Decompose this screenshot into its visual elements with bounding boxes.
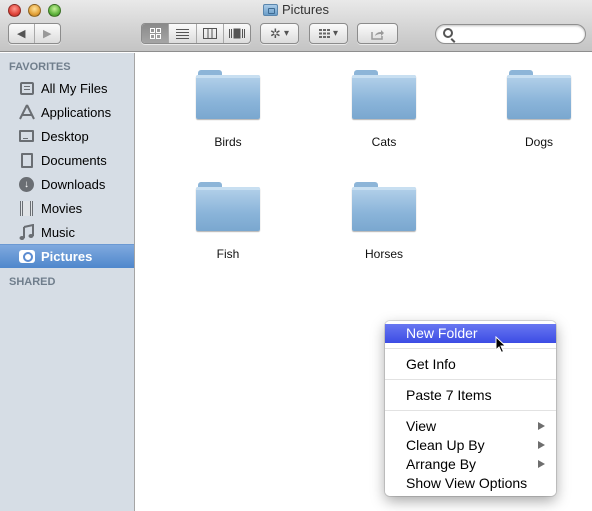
chevron-down-icon: ▾ [283, 28, 289, 39]
menu-separator [385, 379, 556, 380]
submenu-arrow-icon [538, 460, 545, 468]
menu-item-show-view-options[interactable]: Show View Options [385, 474, 556, 493]
sidebar-item-movies[interactable]: Movies [0, 196, 134, 220]
folder-icon [196, 69, 260, 121]
sidebar-item-desktop[interactable]: Desktop [0, 124, 134, 148]
menu-item-label: Paste 7 Items [406, 387, 492, 403]
mouse-cursor-icon [495, 336, 507, 354]
search-icon [443, 28, 453, 38]
sidebar-item-all-my-files[interactable]: All My Files [0, 76, 134, 100]
context-menu: New Folder Get Info Paste 7 Items View C… [385, 321, 556, 496]
search-field[interactable] [435, 24, 586, 44]
icon-view-button[interactable] [142, 24, 170, 43]
menu-item-get-info[interactable]: Get Info [385, 355, 556, 374]
folder-icon [507, 69, 571, 121]
share-icon [370, 29, 384, 40]
sidebar-item-label: All My Files [41, 80, 108, 96]
folder-label: Cats [371, 135, 397, 149]
shared-header: SHARED [9, 276, 56, 288]
action-menu-button[interactable]: ✲ ▾ [260, 23, 299, 44]
sidebar-item-label: Downloads [41, 176, 106, 192]
cover-flow-icon [228, 28, 245, 39]
chevron-down-icon: ▾ [332, 28, 339, 39]
folder-icon [352, 181, 416, 233]
folder-label: Birds [214, 135, 242, 149]
menu-separator [385, 410, 556, 411]
menu-item-view[interactable]: View [385, 417, 556, 436]
submenu-arrow-icon [538, 422, 545, 430]
column-view-icon [202, 28, 217, 39]
menu-item-clean-up-by[interactable]: Clean Up By [385, 436, 556, 455]
music-icon [18, 224, 35, 240]
folder-icon [352, 69, 416, 121]
menu-item-arrange-by[interactable]: Arrange By [385, 455, 556, 474]
sidebar-item-label: Movies [41, 200, 83, 216]
sidebar-item-applications[interactable]: Applications [0, 100, 134, 124]
back-button[interactable]: ◀ [9, 24, 35, 43]
menu-item-paste-items[interactable]: Paste 7 Items [385, 386, 556, 405]
forward-button[interactable]: ▶ [35, 24, 60, 43]
menu-item-label: Arrange By [406, 456, 477, 472]
submenu-arrow-icon [538, 441, 545, 449]
arrange-menu-button[interactable]: ▾ [309, 23, 348, 44]
downloads-icon: ↓ [18, 176, 35, 192]
sidebar-item-music[interactable]: Music [0, 220, 134, 244]
menu-item-label: New Folder [406, 325, 478, 341]
applications-icon [18, 104, 35, 120]
desktop-icon [18, 128, 35, 144]
favorites-header: FAVORITES [9, 61, 71, 73]
sidebar-item-pictures[interactable]: Pictures [0, 244, 134, 268]
back-arrow-icon: ◀ [17, 28, 26, 40]
share-button[interactable] [357, 23, 398, 44]
folder-item-birds[interactable]: Birds [183, 69, 273, 149]
movies-icon [18, 200, 35, 216]
folder-label: Horses [364, 247, 403, 261]
share-button-content [358, 24, 397, 43]
cover-flow-view-button[interactable] [224, 24, 250, 43]
sidebar-item-label: Documents [41, 152, 107, 168]
back-forward-buttons: ◀ ▶ [8, 23, 61, 44]
menu-item-label: Get Info [406, 356, 456, 372]
column-view-button[interactable] [197, 24, 224, 43]
window-toolbar: Pictures ◀ ▶ ✲ ▾ ▾ [0, 0, 592, 52]
action-button-content: ✲ ▾ [261, 24, 298, 43]
menu-item-label: View [406, 418, 437, 434]
list-view-button[interactable] [169, 24, 197, 43]
sidebar-item-label: Music [41, 224, 75, 240]
arrange-button-content: ▾ [310, 24, 347, 43]
sidebar: FAVORITES All My Files Applications Desk… [0, 53, 135, 511]
icon-view-icon [149, 28, 161, 39]
pictures-folder-icon [263, 3, 279, 16]
forward-arrow-icon: ▶ [43, 28, 52, 40]
documents-icon [18, 152, 35, 168]
folder-label: Fish [216, 247, 240, 261]
folder-item-fish[interactable]: Fish [183, 181, 273, 261]
sidebar-item-downloads[interactable]: ↓ Downloads [0, 172, 134, 196]
folder-label: Dogs [524, 135, 553, 149]
search-input[interactable] [458, 27, 578, 41]
window-title: Pictures [0, 2, 592, 17]
menu-separator [385, 348, 556, 349]
folder-item-cats[interactable]: Cats [339, 69, 429, 149]
folder-item-horses[interactable]: Horses [339, 181, 429, 261]
list-view-icon [175, 29, 189, 39]
folder-item-dogs[interactable]: Dogs [494, 69, 584, 149]
sidebar-item-label: Desktop [41, 128, 89, 144]
sidebar-item-label: Pictures [41, 249, 93, 264]
window-title-text: Pictures [282, 2, 329, 17]
menu-item-label: Clean Up By [406, 437, 485, 453]
menu-item-label: Show View Options [406, 475, 528, 491]
folder-icon [196, 181, 260, 233]
gear-icon: ✲ [270, 25, 281, 41]
view-mode-buttons [141, 23, 251, 44]
pictures-icon [18, 249, 35, 265]
arrange-grid-icon [318, 29, 330, 38]
all-my-files-icon [18, 80, 35, 96]
menu-item-new-folder[interactable]: New Folder [385, 324, 556, 343]
sidebar-item-label: Applications [41, 104, 112, 120]
sidebar-item-documents[interactable]: Documents [0, 148, 134, 172]
